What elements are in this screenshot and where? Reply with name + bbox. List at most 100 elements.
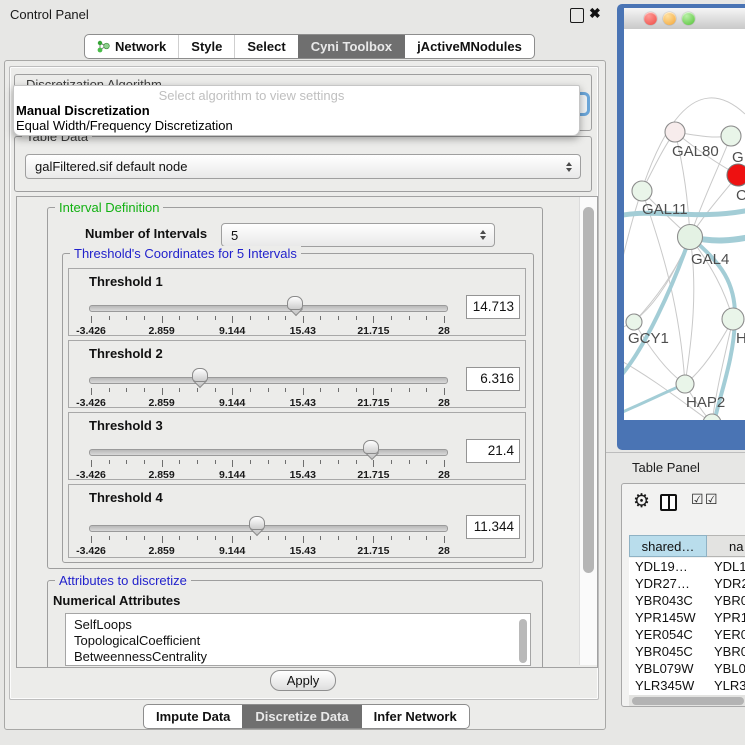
threshold-panel-4: Threshold 4 -3.4262.8599.14415.4321.7152…	[68, 484, 526, 558]
slider-track[interactable]	[89, 305, 448, 312]
table-panel-title: Table Panel	[632, 460, 700, 475]
tab-select[interactable]: Select	[234, 35, 297, 58]
float-icon[interactable]	[570, 8, 584, 23]
top-tabbar: Network Style Select Cyni Toolbox jActiv…	[84, 34, 535, 59]
table-row[interactable]: YBR043CYBR0	[629, 592, 745, 609]
node-hap2[interactable]	[676, 375, 694, 393]
threshold-value-field[interactable]: 14.713	[466, 295, 520, 319]
threshold-value-field[interactable]: 11.344	[466, 515, 520, 539]
close-icon[interactable]: ✖	[589, 5, 601, 22]
slider-track[interactable]	[89, 449, 448, 456]
close-traffic-light[interactable]	[644, 12, 657, 25]
minimize-traffic-light[interactable]	[663, 12, 676, 25]
tab-network[interactable]: Network	[85, 35, 178, 58]
dropdown-prompt: Select algorithm to view settings	[14, 88, 579, 103]
node-h[interactable]	[722, 308, 744, 330]
node-label-g: G	[732, 149, 744, 166]
slider-scale-labels: -3.4262.8599.14415.4321.71528	[91, 469, 444, 481]
column-header-name[interactable]: na	[707, 535, 745, 557]
tab-cyni-toolbox[interactable]: Cyni Toolbox	[298, 35, 404, 58]
tab-discretize-data[interactable]: Discretize Data	[242, 705, 360, 728]
threshold-panel-2: Threshold 2 -3.4262.8599.14415.4321.7152…	[68, 340, 526, 408]
numerical-attributes-list: SelfLoops TopologicalCoefficient Between…	[65, 613, 531, 666]
network-window-titlebar[interactable]	[624, 8, 745, 30]
table-row[interactable]: YER054CYER0	[629, 626, 745, 643]
group-title: Threshold's Coordinates for 5 Intervals	[70, 246, 301, 261]
table-rows: YDL19…YDL1 YDR27…YDR2 YBR043CYBR0 YPR145…	[629, 558, 745, 697]
slider-thumb[interactable]	[249, 516, 265, 536]
node-gcy1[interactable]	[626, 314, 642, 330]
node-label-gal80: GAL80	[672, 143, 719, 160]
tab-style[interactable]: Style	[178, 35, 234, 58]
node-gal4[interactable]	[678, 225, 703, 250]
list-item[interactable]: SelfLoops	[66, 614, 530, 633]
vertical-scrollbar[interactable]	[579, 197, 597, 665]
slider-ticks	[91, 388, 444, 397]
node-label-h: H	[736, 330, 745, 347]
control-panel-titlebar: Control Panel ✖	[0, 0, 610, 28]
network-icon	[97, 40, 110, 53]
stepper-icon	[480, 230, 486, 240]
scrollbar-thumb[interactable]	[632, 697, 744, 705]
table-row[interactable]: YLR345WYLR3	[629, 677, 745, 694]
slider-thumb[interactable]	[192, 368, 208, 388]
list-item[interactable]: TopologicalCoefficient	[66, 633, 530, 649]
scrollbar-thumb[interactable]	[583, 207, 594, 573]
table-row[interactable]: YBL079WYBL0	[629, 660, 745, 677]
number-of-intervals-label: Number of Intervals	[85, 226, 207, 241]
node-label-hap2: HAP2	[686, 394, 725, 411]
slider-scale-labels: -3.4262.8599.14415.4321.71528	[91, 325, 444, 337]
slider-thumb[interactable]	[363, 440, 379, 460]
node-highlighted[interactable]	[727, 164, 745, 186]
group-title: Attributes to discretize	[55, 573, 191, 588]
numerical-attributes-label: Numerical Attributes	[53, 593, 180, 608]
table-row[interactable]: YDL19…YDL1	[629, 558, 745, 575]
slider-track[interactable]	[89, 377, 448, 384]
tab-impute-data[interactable]: Impute Data	[144, 705, 242, 728]
slider-ticks	[91, 536, 444, 545]
column-header-shared-name[interactable]: shared…	[629, 535, 707, 557]
table-data-combobox[interactable]: galFiltered.sif default node	[25, 154, 581, 179]
combobox-value: 5	[231, 228, 238, 243]
list-item[interactable]: BetweennessCentrality	[66, 649, 530, 665]
tab-infer-network[interactable]: Infer Network	[361, 705, 469, 728]
network-canvas[interactable]: GAL80 G C GAL11 GAL4 GCY1 H HAP2	[624, 29, 745, 420]
dropdown-option-equal-width[interactable]: Equal Width/Frequency Discretization	[16, 118, 576, 133]
screen: Control Panel ✖ Network Style Select Cyn…	[0, 0, 745, 745]
threshold-label: Threshold 2	[89, 346, 163, 361]
dropdown-option-manual[interactable]: Manual Discretization	[16, 103, 576, 118]
list-scrollbar-thumb[interactable]	[519, 619, 527, 663]
number-of-intervals-combobox[interactable]: 5	[221, 223, 495, 247]
table-row[interactable]: YDR27…YDR2	[629, 575, 745, 592]
settings-scroll-panel: Interval Definition Number of Intervals …	[16, 196, 598, 668]
threshold-panel-1: Threshold 1 -3.4262.8599.14415.4321.7152…	[68, 268, 526, 336]
group-title: Interval Definition	[55, 200, 163, 215]
table-row[interactable]: YBR045CYBR0	[629, 643, 745, 660]
table-row[interactable]: YPR145WYPR1	[629, 609, 745, 626]
slider-ticks	[91, 460, 444, 469]
checkbox-icon[interactable]: ☑	[691, 492, 704, 508]
tab-jactivemnodules[interactable]: jActiveMNodules	[404, 35, 534, 58]
gear-icon[interactable]: ⚙	[633, 490, 650, 512]
stepper-icon	[566, 162, 572, 172]
network-view-window[interactable]: GAL80 G C GAL11 GAL4 GCY1 H HAP2	[617, 4, 745, 450]
node[interactable]	[721, 126, 741, 146]
split-columns-icon[interactable]	[660, 494, 677, 511]
threshold-value-field[interactable]: 6.316	[466, 367, 520, 391]
zoom-traffic-light[interactable]	[682, 12, 695, 25]
threshold-label: Threshold 4	[89, 490, 163, 505]
table-data-group: Table Data galFiltered.sif default node	[14, 136, 592, 192]
node-gal80[interactable]	[665, 122, 685, 142]
apply-button[interactable]: Apply	[270, 670, 336, 691]
slider-scale-labels: -3.4262.8599.14415.4321.71528	[91, 397, 444, 409]
checkbox-icon[interactable]: ☑	[705, 492, 718, 508]
node-gal11[interactable]	[632, 181, 652, 201]
slider-track[interactable]	[89, 525, 448, 532]
algorithm-dropdown-popup: Select algorithm to view settings Manual…	[13, 85, 580, 136]
threshold-panel-3: Threshold 3 -3.4262.8599.14415.4321.7152…	[68, 412, 526, 480]
slider-thumb[interactable]	[287, 296, 303, 316]
control-panel: Control Panel ✖ Network Style Select Cyn…	[0, 0, 610, 745]
node-attribute-table: shared… na YDL19…YDL1 YDR27…YDR2 YBR043C…	[629, 535, 745, 707]
threshold-value-field[interactable]: 21.4	[466, 439, 520, 463]
table-horizontal-scrollbar[interactable]	[629, 695, 745, 706]
